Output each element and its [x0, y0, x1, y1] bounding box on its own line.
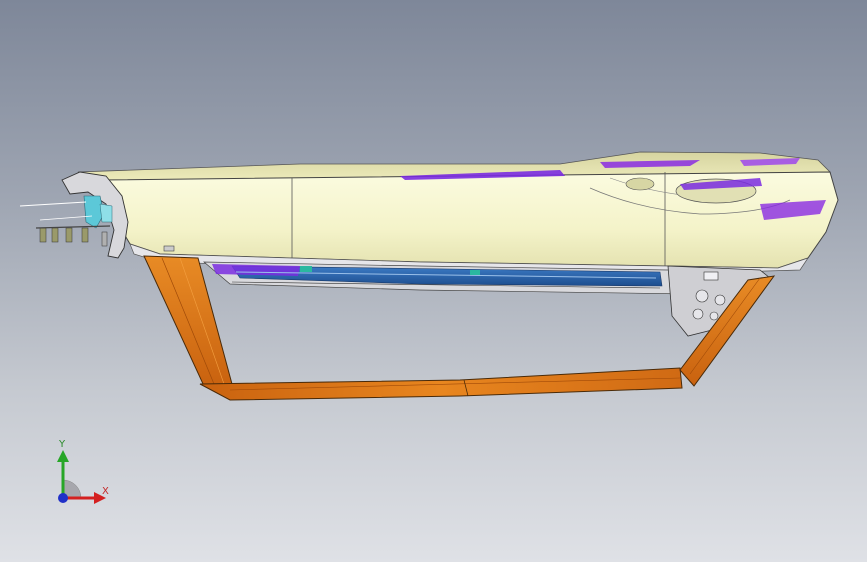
- upper-panel[interactable]: [77, 151, 839, 275]
- end-cap-bracket[interactable]: [19, 171, 129, 259]
- cad-viewport[interactable]: Y X: [0, 0, 867, 562]
- axis-triad: Y X: [40, 436, 120, 516]
- triad-graphic: [57, 450, 106, 504]
- door-panel-model[interactable]: [0, 0, 867, 562]
- y-axis-label: Y: [59, 439, 66, 450]
- z-axis-dot-icon: [58, 493, 68, 503]
- x-axis-label: X: [102, 486, 109, 497]
- y-axis-arrow-icon: [57, 450, 69, 462]
